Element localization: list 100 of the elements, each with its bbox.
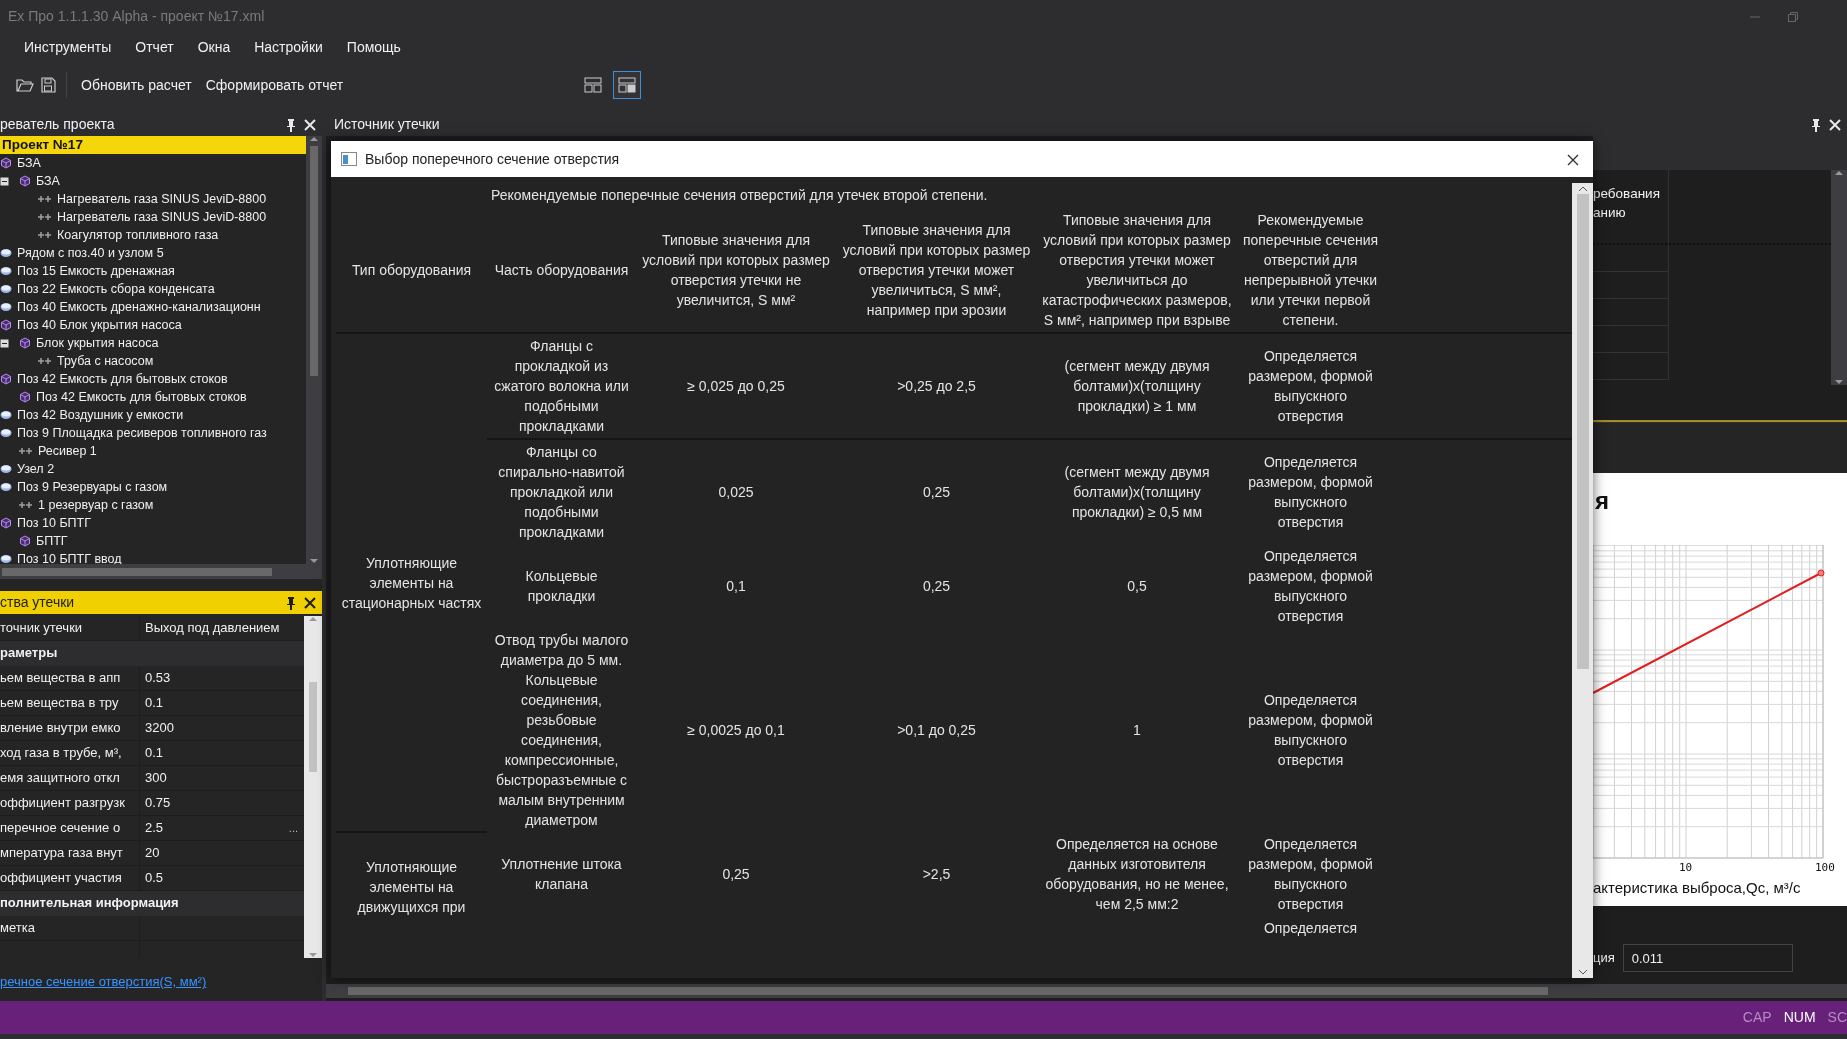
tree-item[interactable]: Поз 40 Блок укрытия насоса [0,316,306,334]
tree-item[interactable]: Поз 42 Емкость для бытовых стоков [0,370,306,388]
table-cell-text: 1 [1132,721,1142,740]
property-value-field[interactable]: 0.75 [140,791,304,815]
toolbar-button[interactable]: Сформировать отчет [201,71,348,99]
pin-icon[interactable] [1811,117,1821,132]
close-icon[interactable] [304,596,316,609]
tree-item[interactable]: 1 резервуар с газом [0,496,306,514]
tree-item[interactable]: БПТГ [0,532,306,550]
scrollbar[interactable] [304,616,322,958]
pin-icon[interactable] [286,117,296,132]
table-cell-text: ≥ 0,0025 до 0,1 [686,721,786,740]
menu-item[interactable]: Окна [185,35,243,60]
scroll-down-icon[interactable] [309,558,319,564]
table-cell-text: 0,25 [721,865,751,884]
plus-pair-icon [38,195,52,203]
disc-icon [0,482,12,492]
property-value-field[interactable]: 3200 [140,716,304,740]
scrollbar[interactable] [0,564,322,579]
menu-item[interactable]: Инструменты [12,35,124,60]
tree-item[interactable]: Нагреватель газа SINUS JeviD-8800 [0,190,306,208]
scrollbar[interactable] [1831,170,1847,385]
tree-item[interactable]: Поз 22 Емкость сбора конденсата [0,280,306,298]
property-value-field[interactable]: 0.5 [140,866,304,890]
scrollbar[interactable] [1572,183,1593,978]
column-header: ребования [1593,185,1661,203]
restore-icon[interactable] [1787,10,1799,23]
property-value-field[interactable]: 0.1 [140,741,304,765]
scroll-up-icon[interactable] [1577,186,1588,192]
tree-item[interactable]: Поз 9 Резервуары с газом [0,478,306,496]
status-indicator: NUM [1783,1008,1816,1027]
scroll-thumb[interactable] [310,146,318,376]
property-value-field[interactable]: 0.53 [140,666,304,690]
table-cell: Уплотняющие элементы на движущихся при [336,832,487,940]
description-link[interactable]: речное сечение отверстия(S, мм²) [0,972,322,992]
tree-item[interactable]: Поз 42 Емкость для бытовых стоков [0,388,306,406]
tree-item[interactable]: БЗА [0,154,306,172]
scroll-thumb[interactable] [309,682,317,772]
collapse-icon[interactable] [0,338,9,348]
tree-item[interactable]: Труба с насосом [0,352,306,370]
column-header: Типовые значения для условий при которых размер отверстия утечки может увеличиться, S мм², например при эрозии [836,207,1037,333]
tree-item[interactable]: Рядом с поз.40 и узлом 5 [0,244,306,262]
tree-item[interactable]: Узел 2 [0,460,306,478]
property-value-field[interactable]: 20 [140,841,304,865]
tree-item[interactable]: Нагреватель газа SINUS JeviD-8800 [0,208,306,226]
table-cell: Фланцы со спирально-навитой прокладкой или подобными прокладками [487,439,636,544]
axis-label: актеристика выброса,Qc, м³/с [1593,878,1801,898]
cube-icon [0,373,12,385]
collapse-icon[interactable] [0,176,9,186]
panel-title: реватель проекта [0,115,116,134]
tree-item[interactable]: Поз 9 Площадка ресиверов топливного газ [0,424,306,442]
scroll-up-icon[interactable] [1834,170,1844,176]
tree-item[interactable]: Проект №17 [0,136,306,154]
layout-button[interactable] [613,71,642,99]
tree-item[interactable]: Поз 15 Емкость дренажная [0,262,306,280]
scrollbar[interactable] [326,984,1847,998]
property-name: оффициент участия [0,866,140,890]
scroll-thumb[interactable] [1576,194,1589,669]
disc-icon [0,284,12,294]
toolbar-button[interactable]: Обновить расчет [77,71,196,99]
table-cell: 0,025 [636,439,836,544]
table-caption: Рекомендуемые поперечные сечения отверстий для утечек второй степени. [490,186,989,205]
menu-item[interactable]: Отчет [123,35,186,60]
scroll-down-icon[interactable] [1834,379,1844,385]
pin-icon[interactable] [286,595,296,610]
column-header: Часть оборудования [487,207,636,333]
save-icon[interactable] [40,77,56,93]
window-icon [341,152,357,166]
value-field[interactable]: 0.011 [1622,944,1793,972]
tree-item[interactable]: Коагулятор топливного газа [0,226,306,244]
close-icon[interactable] [1567,153,1579,166]
scroll-up-icon[interactable] [309,136,319,142]
field-label: ция [1593,949,1615,968]
property-value-field[interactable]: 300 [140,766,304,790]
table-cell-text: Определяется размером, формой выпускного отверстия [1247,547,1374,626]
scrollbar[interactable] [306,136,322,564]
property-value-field[interactable]: 2.5 ... [140,816,304,840]
table-cell: >0,25 до 2,5 [836,333,1037,439]
property-name: метка [0,916,140,940]
tree-item[interactable]: Ресивер 1 [0,442,306,460]
layout-icon [618,77,637,93]
table-cell: ≥ 0,025 до 0,25 [636,333,836,439]
tree-item[interactable]: Поз 40 Емкость дренажно-канализационн [0,298,306,316]
menu-item[interactable]: Помощь [334,35,413,60]
tree-item[interactable]: БЗА [0,172,306,190]
property-name: ьем вещества в тру [0,691,140,715]
tree-item[interactable]: Поз 10 БПТГ [0,514,306,532]
ellipsis-button[interactable]: ... [282,816,304,840]
folder-icon[interactable] [16,77,34,93]
property-name: перечное сечение о [0,816,140,840]
property-value-field[interactable]: 0.1 [140,691,304,715]
menu-item[interactable]: Настройки [242,35,335,60]
property-value-field[interactable]: Выход под давлением [140,616,304,640]
scroll-down-icon[interactable] [1577,969,1588,975]
cube-icon [0,319,12,331]
tree-item[interactable]: Поз 42 Воздушник у емкости [0,406,306,424]
cube-icon [19,175,31,187]
disc-icon [0,554,12,564]
tree-item[interactable]: Блок укрытия насоса [0,334,306,352]
cube-icon [19,337,31,349]
